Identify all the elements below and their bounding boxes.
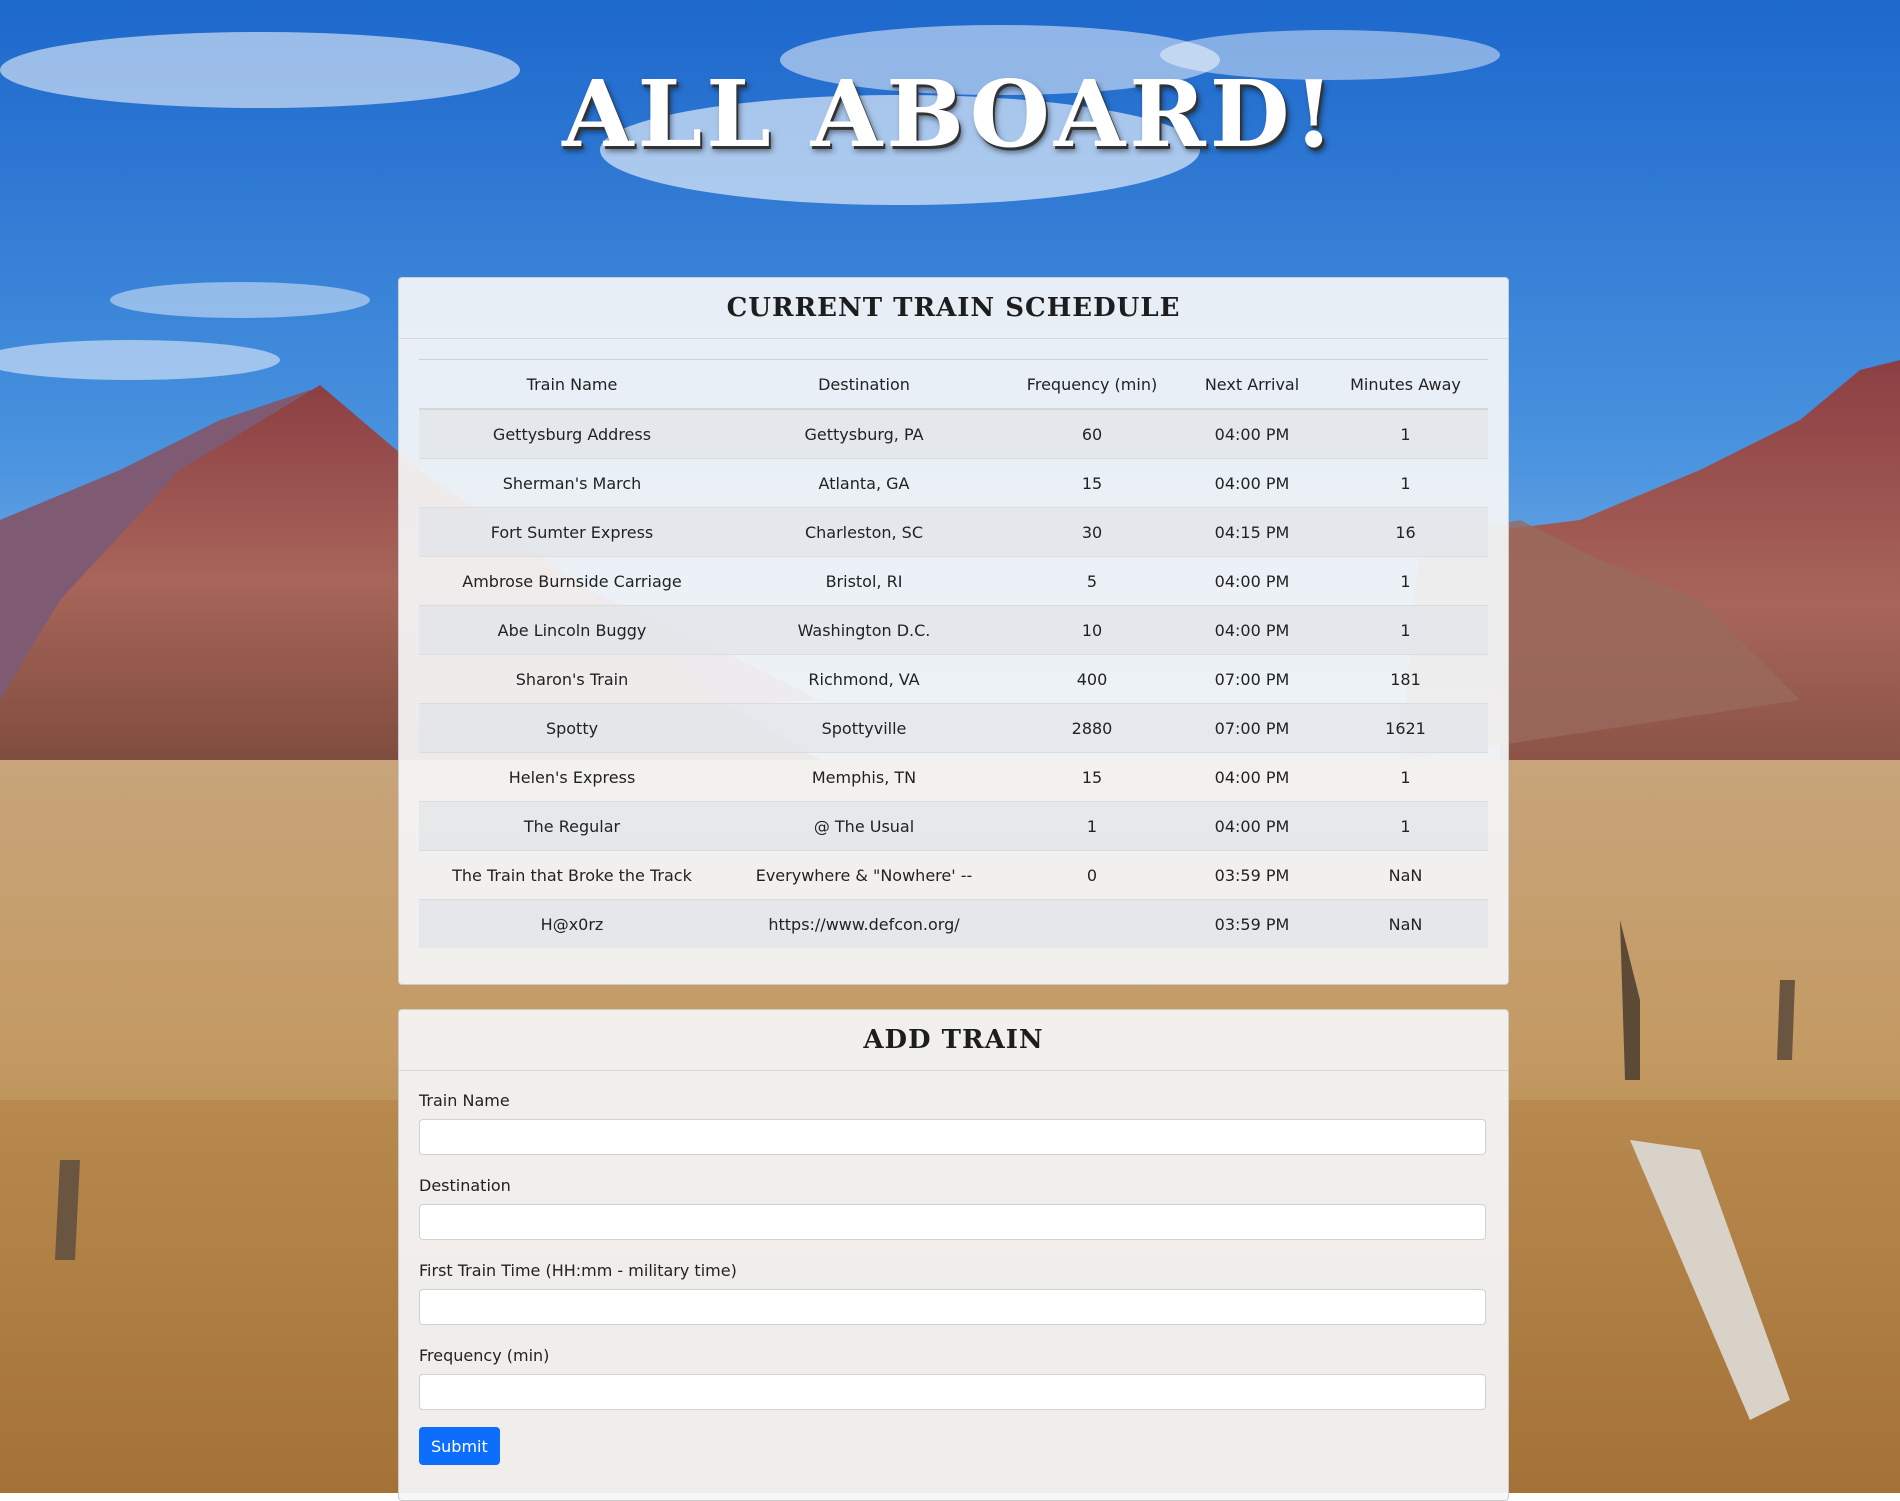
table-row: Ambrose Burnside Carriage Bristol, RI 5 … — [419, 556, 1488, 606]
cell-minutes-away: 16 — [1323, 507, 1488, 557]
train-name-input[interactable] — [419, 1119, 1486, 1155]
cell-frequency: 30 — [1003, 507, 1181, 557]
cell-train-name: Sherman's March — [419, 458, 725, 508]
table-row: Spotty Spottyville 2880 07:00 PM 1621 — [419, 703, 1488, 753]
table-row: Sharon's Train Richmond, VA 400 07:00 PM… — [419, 654, 1488, 704]
first-train-time-input[interactable] — [419, 1289, 1486, 1325]
schedule-table: Train Name Destination Frequency (min) N… — [419, 359, 1488, 948]
column-header-frequency: Frequency (min) — [1003, 359, 1181, 410]
column-header-next-arrival: Next Arrival — [1181, 359, 1323, 410]
cell-train-name: Helen's Express — [419, 752, 725, 802]
table-row: The Regular @ The Usual 1 04:00 PM 1 — [419, 801, 1488, 851]
cell-train-name: The Regular — [419, 801, 725, 851]
cell-minutes-away: 1 — [1323, 752, 1488, 802]
cell-minutes-away: 1 — [1323, 556, 1488, 606]
cell-train-name: H@x0rz — [419, 899, 725, 948]
add-train-heading: ADD TRAIN — [399, 1010, 1508, 1071]
cell-frequency: 2880 — [1003, 703, 1181, 753]
cell-next-arrival: 04:00 PM — [1181, 458, 1323, 508]
cell-minutes-away: NaN — [1323, 850, 1488, 900]
cell-train-name: Ambrose Burnside Carriage — [419, 556, 725, 606]
cell-minutes-away: NaN — [1323, 899, 1488, 948]
table-row: The Train that Broke the Track Everywher… — [419, 850, 1488, 900]
cell-minutes-away: 1 — [1323, 801, 1488, 851]
destination-input[interactable] — [419, 1204, 1486, 1240]
column-header-train-name: Train Name — [419, 359, 725, 410]
cell-frequency: 0 — [1003, 850, 1181, 900]
cell-frequency: 10 — [1003, 605, 1181, 655]
cell-frequency: 15 — [1003, 458, 1181, 508]
table-row: Helen's Express Memphis, TN 15 04:00 PM … — [419, 752, 1488, 802]
cell-minutes-away: 1621 — [1323, 703, 1488, 753]
cell-next-arrival: 04:00 PM — [1181, 408, 1323, 459]
add-train-panel: ADD TRAIN Train Name Destination First T… — [398, 1009, 1509, 1501]
destination-label: Destination — [419, 1176, 511, 1195]
train-name-label: Train Name — [419, 1091, 510, 1110]
cell-next-arrival: 04:00 PM — [1181, 752, 1323, 802]
cell-train-name: Abe Lincoln Buggy — [419, 605, 725, 655]
cell-destination: https://www.defcon.org/ — [725, 899, 1003, 948]
cell-minutes-away: 1 — [1323, 605, 1488, 655]
table-row: Sherman's March Atlanta, GA 15 04:00 PM … — [419, 458, 1488, 508]
cell-destination: Gettysburg, PA — [725, 408, 1003, 459]
cell-destination: Washington D.C. — [725, 605, 1003, 655]
cell-train-name: Sharon's Train — [419, 654, 725, 704]
cell-frequency: 400 — [1003, 654, 1181, 704]
cell-train-name: Spotty — [419, 703, 725, 753]
cell-train-name: Gettysburg Address — [419, 408, 725, 459]
cell-next-arrival: 03:59 PM — [1181, 899, 1323, 948]
cell-destination: Bristol, RI — [725, 556, 1003, 606]
cell-destination: Atlanta, GA — [725, 458, 1003, 508]
cell-next-arrival: 04:00 PM — [1181, 801, 1323, 851]
cell-destination: Charleston, SC — [725, 507, 1003, 557]
cell-minutes-away: 1 — [1323, 408, 1488, 459]
page-title: ALL ABOARD! — [562, 60, 1338, 168]
cell-next-arrival: 03:59 PM — [1181, 850, 1323, 900]
cell-next-arrival: 04:00 PM — [1181, 556, 1323, 606]
frequency-input[interactable] — [419, 1374, 1486, 1410]
first-train-time-label: First Train Time (HH:mm - military time) — [419, 1261, 737, 1280]
cell-destination: Memphis, TN — [725, 752, 1003, 802]
cell-frequency: 60 — [1003, 408, 1181, 459]
cell-destination: @ The Usual — [725, 801, 1003, 851]
add-train-form: Train Name Destination First Train Time … — [399, 1071, 1508, 1465]
cell-next-arrival: 04:00 PM — [1181, 605, 1323, 655]
cell-minutes-away: 1 — [1323, 458, 1488, 508]
submit-button[interactable]: Submit — [419, 1427, 500, 1465]
cell-next-arrival: 07:00 PM — [1181, 654, 1323, 704]
cell-frequency — [1003, 899, 1181, 948]
schedule-panel: CURRENT TRAIN SCHEDULE Train Name Destin… — [398, 277, 1509, 985]
table-row: H@x0rz https://www.defcon.org/ 03:59 PM … — [419, 899, 1488, 948]
cell-train-name: The Train that Broke the Track — [419, 850, 725, 900]
cell-frequency: 5 — [1003, 556, 1181, 606]
table-header-row: Train Name Destination Frequency (min) N… — [419, 359, 1488, 410]
cell-frequency: 15 — [1003, 752, 1181, 802]
table-row: Fort Sumter Express Charleston, SC 30 04… — [419, 507, 1488, 557]
cell-next-arrival: 04:15 PM — [1181, 507, 1323, 557]
cell-next-arrival: 07:00 PM — [1181, 703, 1323, 753]
cell-destination: Everywhere & "Nowhere' -- — [725, 850, 1003, 900]
cell-destination: Richmond, VA — [725, 654, 1003, 704]
cell-frequency: 1 — [1003, 801, 1181, 851]
cell-train-name: Fort Sumter Express — [419, 507, 725, 557]
schedule-heading: CURRENT TRAIN SCHEDULE — [399, 278, 1508, 339]
cell-minutes-away: 181 — [1323, 654, 1488, 704]
table-row: Abe Lincoln Buggy Washington D.C. 10 04:… — [419, 605, 1488, 655]
column-header-destination: Destination — [725, 359, 1003, 410]
table-row: Gettysburg Address Gettysburg, PA 60 04:… — [419, 408, 1488, 459]
cell-destination: Spottyville — [725, 703, 1003, 753]
frequency-label: Frequency (min) — [419, 1346, 550, 1365]
column-header-minutes-away: Minutes Away — [1323, 359, 1488, 410]
